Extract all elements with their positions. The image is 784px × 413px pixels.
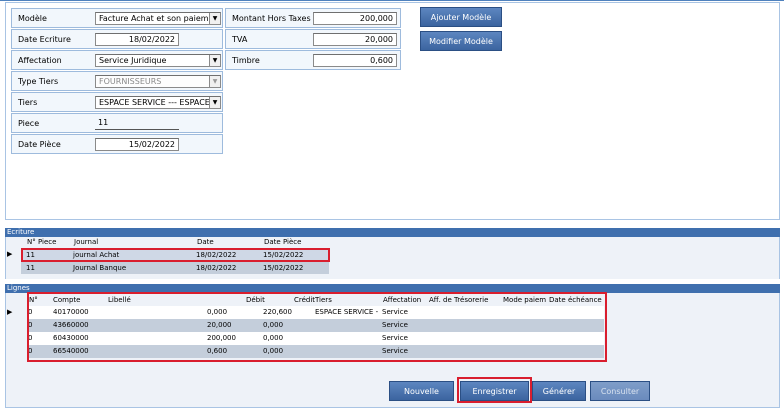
tiers-value: ESPACE SERVICE --- ESPACE S (99, 98, 218, 107)
tva-label: TVA (232, 35, 248, 44)
generer-button[interactable]: Générer (532, 381, 586, 401)
date-ecriture-input[interactable]: 18/02/2022 (95, 33, 179, 46)
date-ecriture-label: Date Ecriture (18, 35, 71, 44)
montant-ht-input[interactable]: 200,000 (313, 12, 397, 25)
ecriture-col-journal: Journal (74, 238, 99, 246)
montant-ht-label: Montant Hors Taxes (232, 14, 311, 23)
modifier-modele-button[interactable]: Modifier Modèle (420, 31, 502, 51)
ecriture-cell-date-piece: 15/02/2022 (263, 264, 304, 272)
montant-ht-field: Montant Hors Taxes 200,000 (225, 8, 401, 28)
ecriture-cell-date: 18/02/2022 (196, 264, 237, 272)
type-tiers-field: Type Tiers FOURNISSEURS ▼ (11, 71, 223, 91)
timbre-label: Timbre (232, 56, 260, 65)
timbre-field: Timbre 0,600 (225, 50, 401, 70)
affectation-value: Service Juridique (99, 56, 167, 65)
chevron-down-icon[interactable]: ▼ (209, 97, 220, 108)
modele-value: Facture Achat et son paiement (99, 14, 221, 23)
tva-field: TVA 20,000 (225, 29, 401, 49)
ecriture-section-title: Ecriture (5, 228, 780, 237)
bottom-border (5, 407, 780, 408)
form-panel: Modèle Facture Achat et son paiement ▼ D… (5, 2, 780, 220)
tiers-label: Tiers (18, 98, 38, 107)
affectation-label: Affectation (18, 56, 62, 65)
type-tiers-label: Type Tiers (18, 77, 59, 86)
chevron-down-icon[interactable]: ▼ (209, 13, 220, 24)
piece-label: Piece (18, 119, 40, 128)
enregistrer-highlight (457, 377, 532, 403)
selected-row-highlight (21, 248, 330, 262)
lignes-highlight (27, 292, 607, 362)
tiers-field: Tiers ESPACE SERVICE --- ESPACE S ▼ (11, 92, 223, 112)
consulter-button[interactable]: Consulter (590, 381, 650, 401)
affectation-field: Affectation Service Juridique ▼ (11, 50, 223, 70)
date-piece-input[interactable]: 15/02/2022 (95, 138, 179, 151)
ecriture-col-date: Date (197, 238, 214, 246)
ecriture-col-piece: N° Piece (27, 238, 57, 246)
type-tiers-select[interactable]: FOURNISSEURS ▼ (95, 75, 221, 88)
modele-select[interactable]: Facture Achat et son paiement ▼ (95, 12, 221, 25)
row-pointer-icon: ▶ (7, 308, 13, 316)
ajouter-modele-button[interactable]: Ajouter Modèle (420, 7, 502, 27)
tiers-select[interactable]: ESPACE SERVICE --- ESPACE S ▼ (95, 96, 221, 109)
row-pointer-icon: ▶ (7, 250, 13, 258)
chevron-down-icon[interactable]: ▼ (209, 76, 220, 87)
tva-input[interactable]: 20,000 (313, 33, 397, 46)
ecriture-cell-journal: Journal Banque (73, 264, 127, 272)
nouvelle-button[interactable]: Nouvelle (389, 381, 454, 401)
date-ecriture-field: Date Ecriture 18/02/2022 (11, 29, 223, 49)
date-piece-field: Date Pièce 15/02/2022 (11, 134, 223, 154)
date-piece-label: Date Pièce (18, 140, 61, 149)
top-border (0, 0, 784, 1)
ecriture-cell-piece: 11 (26, 264, 35, 272)
piece-field: Piece 11 (11, 113, 223, 133)
modele-label: Modèle (18, 14, 47, 23)
timbre-input[interactable]: 0,600 (313, 54, 397, 67)
ecriture-col-date-piece: Date Pièce (264, 238, 302, 246)
type-tiers-value: FOURNISSEURS (99, 77, 162, 86)
piece-input[interactable]: 11 (95, 117, 179, 130)
chevron-down-icon[interactable]: ▼ (209, 55, 220, 66)
affectation-select[interactable]: Service Juridique ▼ (95, 54, 221, 67)
ecriture-row[interactable]: 11 Journal Banque 18/02/2022 15/02/2022 (21, 262, 329, 274)
modele-field: Modèle Facture Achat et son paiement ▼ (11, 8, 223, 28)
